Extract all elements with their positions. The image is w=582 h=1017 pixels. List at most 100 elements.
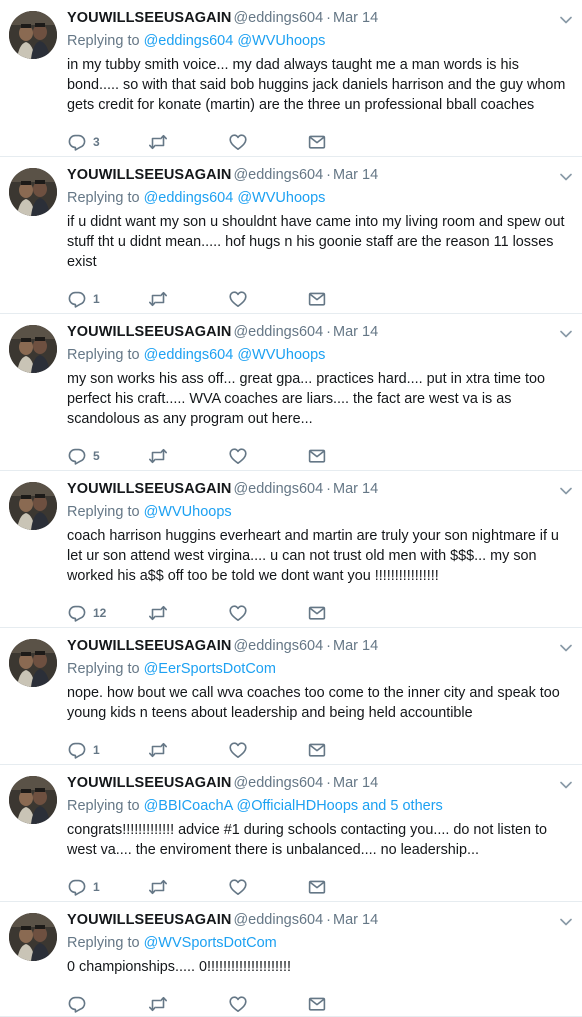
tweet-4[interactable]: YOUWILLSEEUSAGAIN @eddings604 · Mar 14 Repl… [0,471,582,628]
tweet-3[interactable]: YOUWILLSEEUSAGAIN @eddings604 · Mar 14 Repl… [0,314,582,471]
reply-link[interactable]: @WVUhoops [237,190,325,206]
tweet-date[interactable]: Mar 14 [333,10,378,26]
direct-message-button[interactable] [307,445,327,467]
display-name[interactable]: YOUWILLSEEUSAGAIN [67,167,231,183]
user-handle[interactable]: @eddings604 [233,10,323,26]
avatar[interactable] [9,913,57,961]
avatar[interactable] [9,776,57,824]
direct-message-button[interactable] [307,602,327,624]
like-button[interactable] [228,288,266,310]
user-handle[interactable]: @eddings604 [233,481,323,497]
avatar[interactable] [9,482,57,530]
reply-link[interactable]: @eddings604 [144,190,234,206]
reply-link[interactable]: @eddings604 [144,33,234,49]
like-button[interactable] [228,876,266,898]
display-name[interactable]: YOUWILLSEEUSAGAIN [67,638,231,654]
tweet-actions: 12 [67,602,347,624]
display-name[interactable]: YOUWILLSEEUSAGAIN [67,10,231,26]
retweet-button[interactable] [148,876,186,898]
avatar[interactable] [9,639,57,687]
tweet-1[interactable]: YOUWILLSEEUSAGAIN @eddings604 · Mar 14 Repl… [0,0,582,157]
retweet-button[interactable] [148,739,186,761]
tweet-date[interactable]: Mar 14 [333,638,378,654]
retweet-button[interactable] [148,288,186,310]
replying-to-label: Replying to [67,504,144,520]
reply-icon [68,879,86,896]
user-handle[interactable]: @eddings604 [233,324,323,340]
like-button[interactable] [228,131,266,153]
retweet-button[interactable] [148,131,186,153]
direct-message-button[interactable] [307,739,327,761]
reply-button[interactable]: 3 [67,131,105,153]
tweet-date[interactable]: Mar 14 [333,481,378,497]
display-name[interactable]: YOUWILLSEEUSAGAIN [67,775,231,791]
envelope-icon [308,606,326,620]
avatar[interactable] [9,325,57,373]
reply-links: @eddings604 @WVUhoops [144,33,326,49]
reply-button[interactable]: 1 [67,876,105,898]
separator-dot: · [326,638,331,654]
like-button[interactable] [228,445,266,467]
user-handle[interactable]: @eddings604 [233,912,323,928]
display-name[interactable]: YOUWILLSEEUSAGAIN [67,481,231,497]
like-button[interactable] [228,739,266,761]
reply-link[interactable]: @BBICoachA [144,798,233,814]
reply-count: 1 [93,880,100,894]
tweet-header: YOUWILLSEEUSAGAIN @eddings604 · Mar 14 [67,479,552,499]
reply-button[interactable]: 12 [67,602,106,624]
user-handle[interactable]: @eddings604 [233,167,323,183]
tweet-text: 0 championships..... 0!!!!!!!!!!!!!!!!!!… [67,959,291,975]
chevron-down-icon[interactable] [560,330,572,338]
retweet-button[interactable] [148,602,186,624]
reply-link[interactable]: @OfficialHDHoops [237,798,359,814]
replying-to: Replying to @EerSportsDotCom [67,659,572,679]
reply-link[interactable]: @EerSportsDotCom [144,661,276,677]
reply-button[interactable]: 5 [67,445,105,467]
reply-link[interactable]: @WVSportsDotCom [144,935,277,951]
tweet-text: my son works his ass off... great gpa...… [67,371,546,427]
reply-link[interactable]: and 5 others [362,798,443,814]
envelope-icon [308,880,326,894]
direct-message-button[interactable] [307,993,327,1015]
avatar[interactable] [9,168,57,216]
tweet-header: YOUWILLSEEUSAGAIN @eddings604 · Mar 14 [67,636,552,656]
reply-link[interactable]: @WVUhoops [237,347,325,363]
avatar-photo [9,639,57,687]
envelope-icon [308,997,326,1011]
tweet-6[interactable]: YOUWILLSEEUSAGAIN @eddings604 · Mar 14 Repl… [0,765,582,902]
chevron-down-icon[interactable] [560,173,572,181]
avatar[interactable] [9,11,57,59]
direct-message-button[interactable] [307,876,327,898]
separator-dot: · [326,481,331,497]
direct-message-button[interactable] [307,288,327,310]
tweet-2[interactable]: YOUWILLSEEUSAGAIN @eddings604 · Mar 14 Repl… [0,157,582,314]
tweet-date[interactable]: Mar 14 [333,775,378,791]
tweet-date[interactable]: Mar 14 [333,324,378,340]
tweet-5[interactable]: YOUWILLSEEUSAGAIN @eddings604 · Mar 14 Repl… [0,628,582,765]
like-button[interactable] [228,993,266,1015]
chevron-down-icon[interactable] [560,781,572,789]
like-button[interactable] [228,602,266,624]
reply-button[interactable]: 1 [67,739,105,761]
reply-link[interactable]: @eddings604 [144,347,234,363]
reply-link[interactable]: @WVUhoops [237,33,325,49]
display-name[interactable]: YOUWILLSEEUSAGAIN [67,324,231,340]
user-handle[interactable]: @eddings604 [233,775,323,791]
reply-button[interactable] [67,993,105,1015]
user-handle[interactable]: @eddings604 [233,638,323,654]
retweet-button[interactable] [148,993,186,1015]
reply-button[interactable]: 1 [67,288,105,310]
tweet-header: YOUWILLSEEUSAGAIN @eddings604 · Mar 14 [67,165,552,185]
tweet-date[interactable]: Mar 14 [333,912,378,928]
chevron-down-icon[interactable] [560,918,572,926]
reply-link[interactable]: @WVUhoops [144,504,232,520]
retweet-icon [149,996,167,1012]
chevron-down-icon[interactable] [560,16,572,24]
chevron-down-icon[interactable] [560,487,572,495]
chevron-down-icon[interactable] [560,644,572,652]
retweet-button[interactable] [148,445,186,467]
display-name[interactable]: YOUWILLSEEUSAGAIN [67,912,231,928]
tweet-7[interactable]: YOUWILLSEEUSAGAIN @eddings604 · Mar 14 Repl… [0,902,582,1017]
direct-message-button[interactable] [307,131,327,153]
tweet-date[interactable]: Mar 14 [333,167,378,183]
